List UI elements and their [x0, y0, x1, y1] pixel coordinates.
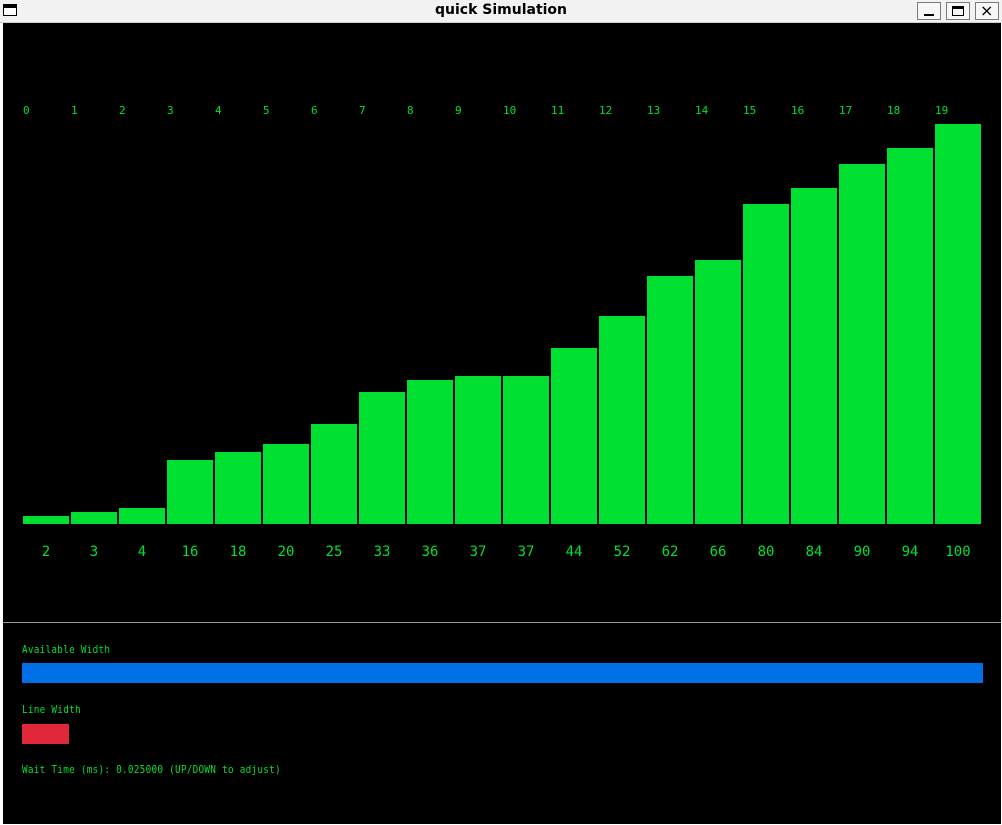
bar-7	[359, 392, 405, 524]
bar-index-label: 17	[839, 104, 852, 117]
bar-value-label: 37	[470, 544, 487, 560]
bar-index-label: 16	[791, 104, 804, 117]
bar-value-label: 18	[230, 544, 247, 560]
bar-value-label: 4	[138, 544, 146, 560]
bar-2	[119, 508, 165, 524]
bar-index-label: 8	[407, 104, 414, 117]
bar-value-label: 2	[42, 544, 50, 560]
available-width-label: Available Width	[22, 643, 111, 656]
bar-value-label: 62	[662, 544, 679, 560]
title-bar[interactable]: quick Simulation ×	[0, 0, 1002, 23]
bar-14	[695, 260, 741, 524]
bar-10	[503, 376, 549, 524]
bar-value-label: 94	[902, 544, 919, 560]
bar-index-label: 9	[455, 104, 462, 117]
app-window: quick Simulation × 0 2 1 3 2 4 3 16 4 18 5 20 6 25 7 33…	[0, 0, 1002, 825]
bar-16	[791, 188, 837, 524]
bar-index-label: 13	[647, 104, 660, 117]
bar-value-label: 37	[518, 544, 535, 560]
bar-index-label: 2	[119, 104, 126, 117]
bar-index-label: 4	[215, 104, 222, 117]
bar-5	[263, 444, 309, 524]
minimize-button[interactable]	[917, 2, 941, 20]
bar-value-label: 3	[90, 544, 98, 560]
bar-18	[887, 148, 933, 524]
bar-value-label: 90	[854, 544, 871, 560]
simulation-canvas[interactable]: 0 2 1 3 2 4 3 16 4 18 5 20 6 25 7 33 8 36 9 37 10 37 11 44 12 52 1…	[3, 23, 1001, 824]
minimize-icon	[924, 14, 934, 16]
bar-value-label: 84	[806, 544, 823, 560]
bar-15	[743, 204, 789, 524]
bar-value-label: 25	[326, 544, 343, 560]
bar-index-label: 14	[695, 104, 709, 117]
close-button[interactable]: ×	[975, 1, 999, 20]
bar-6	[311, 424, 357, 524]
bar-index-label: 10	[503, 104, 516, 117]
bar-index-label: 11	[551, 104, 564, 117]
bar-1	[71, 512, 117, 524]
bar-index-label: 19	[935, 104, 948, 117]
bar-value-label: 66	[710, 544, 727, 560]
bar-value-label: 80	[758, 544, 775, 560]
bar-index-label: 0	[23, 104, 30, 117]
bar-0	[23, 516, 69, 524]
bar-8	[407, 380, 453, 524]
bar-index-label: 18	[887, 104, 900, 117]
bar-index-label: 6	[311, 104, 318, 117]
close-icon: ×	[980, 1, 994, 20]
maximize-button[interactable]	[946, 2, 970, 20]
bar-19	[935, 124, 981, 524]
bar-value-label: 20	[278, 544, 295, 560]
available-width-bar	[22, 663, 983, 683]
bar-index-label: 15	[743, 104, 756, 117]
bar-index-label: 12	[599, 104, 612, 117]
bar-index-label: 1	[71, 104, 78, 117]
bar-index-label: 5	[263, 104, 270, 117]
bar-11	[551, 348, 597, 524]
bar-value-label: 100	[945, 544, 970, 560]
line-width-bar	[22, 724, 69, 744]
bar-12	[599, 316, 645, 524]
line-width-label: Line Width	[22, 703, 81, 716]
maximize-icon	[952, 6, 964, 16]
bar-value-label: 16	[182, 544, 199, 560]
wait-time-readout: Wait Time (ms): 0.025000 (UP/DOWN to adj…	[22, 763, 281, 776]
bar-value-label: 33	[374, 544, 391, 560]
window-title: quick Simulation	[434, 2, 568, 18]
bar-index-label: 3	[167, 104, 174, 117]
bar-chart: 0213243164185206257338369371037114412521…	[23, 104, 981, 560]
bar-value-label: 52	[614, 544, 631, 560]
bar-13	[647, 276, 693, 524]
bar-4	[215, 452, 261, 524]
bar-9	[455, 376, 501, 524]
bar-3	[167, 460, 213, 524]
bar-value-label: 44	[566, 544, 583, 560]
panel-divider	[3, 622, 1001, 623]
bar-17	[839, 164, 885, 524]
bar-index-label: 7	[359, 104, 366, 117]
bar-value-label: 36	[422, 544, 439, 560]
